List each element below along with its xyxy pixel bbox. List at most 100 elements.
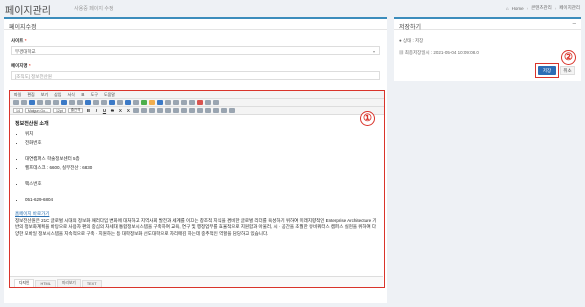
editor-content[interactable]: 정보전산원 소개 위치 전화번호 대연캠퍼스 학술정보센터 5층 헬프데스크 :… (10, 117, 383, 274)
minus-icon[interactable]: – (573, 21, 576, 27)
info-list-number: 051-629-6804 (15, 197, 378, 202)
show-blocks-icon[interactable] (229, 108, 236, 113)
intro-paragraph: 정보전산원은 21C 글로벌 시대의 정보화 패러다임 변화에 대처하고 지역사… (15, 218, 377, 236)
tab-design[interactable]: 다지인 (14, 279, 35, 287)
bold-icon[interactable]: B (85, 108, 91, 113)
list-item: 전화번호 (25, 140, 378, 146)
anchor-icon[interactable] (173, 100, 179, 105)
menu-tools[interactable]: 도구 (91, 92, 98, 98)
table-icon[interactable] (157, 100, 163, 105)
fullscreen-icon[interactable] (189, 100, 195, 105)
align-right-icon[interactable] (165, 108, 172, 113)
breadcrumb-content[interactable]: 콘텐츠관리 (531, 5, 552, 11)
page-name-label: 페이지명 * (11, 63, 31, 68)
top-bar: 페이지관리 사용중 페이지 수정 ⌂ Home › 콘텐츠관리 › 페이지관리 (0, 0, 585, 17)
paste-icon[interactable] (77, 100, 83, 105)
align-center-icon[interactable] (157, 108, 164, 113)
line-height-select[interactable]: 줄간격 (67, 108, 84, 113)
align-justify-icon[interactable] (173, 108, 180, 113)
last-saved-text: ▦ 최종저장일시 : 2021-05-04 10:09:08.0 (399, 50, 479, 55)
breadcrumb-separator: › (526, 5, 529, 11)
text-color-icon[interactable] (133, 108, 140, 113)
unlink-icon[interactable] (117, 100, 123, 105)
hr-icon[interactable] (101, 100, 107, 105)
font-size-select[interactable]: 14 (13, 108, 23, 113)
new-doc-icon[interactable] (13, 100, 19, 105)
subscript-icon[interactable]: X (125, 108, 131, 113)
font-name-select[interactable]: Malgun Go... (24, 108, 51, 113)
template-icon[interactable] (181, 100, 187, 105)
align-left-icon[interactable] (149, 108, 156, 113)
number-list-icon[interactable] (189, 108, 196, 113)
content-heading: 정보전산원 소개 (15, 121, 49, 127)
info-list-details: 대연캠퍼스 학술정보센터 5층 헬프데스크 : 6600, 실무전산 : 683… (15, 156, 378, 171)
breadcrumb-page: 페이지관리 (559, 5, 580, 10)
menu-insert[interactable]: 삽입 (54, 92, 61, 98)
editor-toolbar-1 (10, 99, 384, 107)
list-item: 위치 (25, 131, 378, 137)
copy-icon[interactable] (69, 100, 75, 105)
clear-format-icon[interactable] (221, 108, 228, 113)
find-icon[interactable] (93, 100, 99, 105)
menu-help[interactable]: 도움말 (104, 92, 115, 98)
bullet-list-icon[interactable] (181, 108, 188, 113)
site-label: 사이트 * (11, 38, 27, 43)
tab-html[interactable]: HTML (35, 280, 56, 287)
open-icon[interactable] (21, 100, 27, 105)
tab-text[interactable]: TEXT (81, 280, 102, 287)
list-item: 대연캠퍼스 학술정보센터 5층 (25, 156, 378, 162)
preview-icon[interactable] (37, 100, 43, 105)
menu-table[interactable]: 표 (81, 92, 85, 98)
status-text: ● 상태 : 저장 (399, 38, 424, 43)
outdent-icon[interactable] (197, 108, 204, 113)
menu-format[interactable]: 서식 (68, 92, 75, 98)
page-name-input[interactable]: [조직도] 정보전산원 (11, 71, 380, 80)
special-char-icon[interactable] (165, 100, 171, 105)
media-icon[interactable] (133, 100, 139, 105)
indent-icon[interactable] (205, 108, 212, 113)
menu-file[interactable]: 파일 (14, 92, 21, 98)
emoticon-icon[interactable] (149, 100, 155, 105)
italic-icon[interactable]: I (93, 108, 99, 113)
link-icon[interactable] (109, 100, 115, 105)
save-button[interactable]: 저장 (538, 66, 556, 75)
list-item: 팩스번호 (25, 181, 378, 187)
undo-icon[interactable] (45, 100, 51, 105)
rich-text-editor[interactable]: 파일 편집 보기 삽입 서식 표 도구 도움말 14 Malgun Go... … (9, 90, 385, 288)
info-list-fax: 팩스번호 (15, 181, 378, 187)
paste-text-icon[interactable] (85, 100, 91, 105)
code-icon[interactable] (205, 100, 211, 105)
menu-view[interactable]: 보기 (41, 92, 48, 98)
size-select[interactable]: 12pt (52, 108, 66, 113)
list-item: 051-629-6804 (25, 197, 378, 202)
menu-edit[interactable]: 편집 (27, 92, 34, 98)
image-icon[interactable] (125, 100, 131, 105)
panel-title: 저장하기 (394, 19, 581, 31)
list-item: 헬프데스크 : 6600, 실무전산 : 6830 (25, 165, 378, 171)
cut-icon[interactable] (61, 100, 67, 105)
youtube-icon[interactable] (197, 100, 203, 105)
redo-icon[interactable] (53, 100, 59, 105)
calendar-icon: ▦ (399, 50, 404, 55)
page-subtitle: 사용중 페이지 수정 (74, 6, 114, 12)
page-title: 페이지관리 (5, 6, 51, 17)
cancel-button[interactable]: 취소 (560, 66, 575, 75)
close-icon[interactable] (213, 100, 219, 105)
underline-icon[interactable]: U (101, 108, 107, 113)
info-list-location: 위치 전화번호 (15, 131, 378, 146)
bg-color-icon[interactable] (141, 108, 148, 113)
tab-preview[interactable]: 미리보기 (56, 279, 81, 287)
editor-toolbar-2: 14 Malgun Go... 12pt 줄간격 B I U S X X (10, 107, 384, 115)
home-icon: ⌂ (505, 5, 509, 11)
superscript-icon[interactable]: X (117, 108, 123, 113)
panel-title: 페이지수정 (4, 19, 387, 31)
print-icon[interactable] (29, 100, 35, 105)
blockquote-icon[interactable] (213, 108, 220, 113)
editor-menubar: 파일 편집 보기 삽입 서식 표 도구 도움말 (10, 91, 384, 99)
map-icon[interactable] (141, 100, 147, 105)
homepage-link[interactable]: 홈페이지 바로가기 (15, 211, 378, 217)
strikethrough-icon[interactable]: S (109, 108, 115, 113)
site-select[interactable]: 부경대학교 ▾ (11, 46, 380, 55)
annotation-badge-1: ① (360, 111, 375, 126)
breadcrumb-home[interactable]: Home (512, 6, 524, 11)
